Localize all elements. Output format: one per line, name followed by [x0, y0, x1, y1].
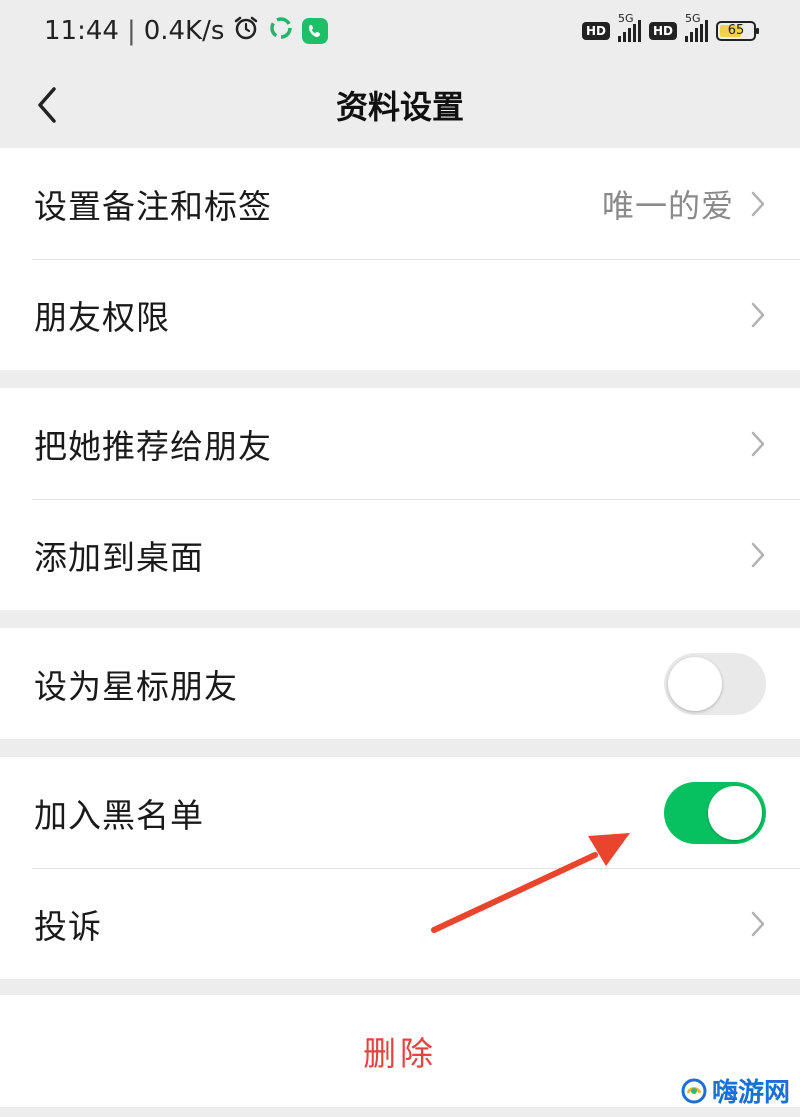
chevron-right-icon	[750, 430, 766, 458]
page-title: 资料设置	[335, 88, 464, 126]
toggle-knob	[708, 785, 762, 840]
recommend-to-friend-row[interactable]: 把她推荐给朋友	[0, 388, 800, 499]
signal-icon: 5G	[685, 12, 708, 42]
status-divider: |	[126, 16, 136, 46]
star-friend-row: 设为星标朋友	[0, 628, 800, 739]
battery-level: 65	[727, 23, 745, 38]
chevron-left-icon	[38, 87, 56, 123]
swirl-logo-icon	[681, 1078, 707, 1103]
row-label: 添加到桌面	[34, 537, 204, 577]
row-label: 设为星标朋友	[34, 666, 238, 706]
settings-group-star: 设为星标朋友	[0, 628, 800, 739]
row-label: 把她推荐给朋友	[34, 426, 272, 466]
toggle-knob	[668, 656, 722, 711]
row-label: 加入黑名单	[34, 795, 204, 835]
nav-bar: 资料设置	[0, 62, 800, 148]
delete-button[interactable]: 删除	[363, 1027, 437, 1075]
site-watermark: 嗨游网	[680, 1072, 790, 1109]
remark-value: 唯一的爱	[601, 186, 734, 225]
settings-group-remark: 设置备注和标签 唯一的爱 朋友权限	[0, 148, 800, 370]
blacklist-toggle[interactable]	[664, 781, 766, 844]
chevron-right-icon	[750, 301, 766, 329]
row-label: 朋友权限	[34, 297, 170, 337]
add-to-desktop-row[interactable]: 添加到桌面	[0, 499, 800, 610]
alarm-icon	[232, 14, 260, 49]
settings-group-block: 加入黑名单 投诉	[0, 757, 800, 979]
battery-icon: 65	[716, 21, 759, 41]
chevron-right-icon	[750, 541, 766, 569]
remark-and-tags-row[interactable]: 设置备注和标签 唯一的爱	[0, 148, 800, 259]
back-button[interactable]	[26, 80, 66, 130]
network-speed: 0.4K/s	[143, 16, 225, 46]
status-time: 11:44	[44, 16, 119, 46]
app-notification-icon	[268, 15, 294, 48]
star-friend-toggle[interactable]	[664, 652, 766, 715]
phone-call-icon	[302, 18, 329, 44]
status-bar: 11:44 | 0.4K/s HD 5G HD 5G 65	[0, 0, 800, 62]
chevron-right-icon	[750, 190, 766, 218]
blacklist-row: 加入黑名单	[0, 757, 800, 868]
signal-icon: 5G	[617, 12, 641, 42]
report-row[interactable]: 投诉	[0, 868, 800, 979]
settings-group-share: 把她推荐给朋友 添加到桌面	[0, 388, 800, 610]
hd-badge: HD	[648, 22, 677, 40]
hd-badge: HD	[581, 22, 610, 40]
chevron-right-icon	[750, 910, 766, 938]
friend-permissions-row[interactable]: 朋友权限	[0, 259, 800, 370]
row-label: 设置备注和标签	[34, 186, 272, 226]
row-label: 投诉	[34, 906, 102, 946]
watermark-text: 嗨游网	[711, 1078, 790, 1108]
